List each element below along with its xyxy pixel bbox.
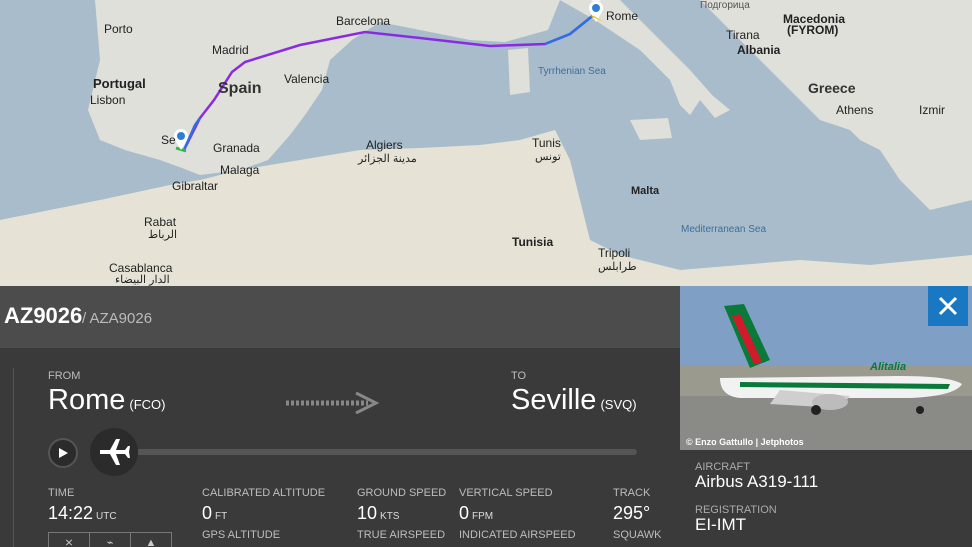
map-label-rome: Rome <box>606 9 639 23</box>
map-label-tyrrhenian: Tyrrhenian Sea <box>538 66 606 77</box>
cal-alt-unit: FT <box>215 511 228 522</box>
flight-progress-track[interactable] <box>112 449 637 455</box>
squawk-label: SQUAWK <box>613 529 662 541</box>
map-label-malaga: Malaga <box>220 163 260 177</box>
route-arrow-icon <box>286 392 380 414</box>
route-icon: ⌁ <box>106 537 114 547</box>
map-label-valencia: Valencia <box>284 72 330 86</box>
play-button[interactable] <box>48 438 78 468</box>
map-label-algiers-ar: مدينة الجزائر <box>358 153 417 165</box>
map-label-porto: Porto <box>104 22 133 36</box>
chart-icon: ⨯ <box>64 537 74 547</box>
play-icon <box>59 448 68 458</box>
flight-header: AZ9026 / AZA9026 <box>0 286 680 348</box>
to-code: (SVQ) <box>600 397 637 412</box>
map-label-gibraltar: Gibraltar <box>172 179 219 193</box>
close-icon <box>938 296 958 316</box>
vertical-speed-value-text: 0 <box>459 503 470 523</box>
toolbar-button-1[interactable]: ⨯ <box>49 533 90 547</box>
map-label-albania: Albania <box>737 43 781 57</box>
map-land <box>0 0 972 286</box>
map-label-podgorica: Подгорица <box>700 0 750 11</box>
vertical-speed-unit: FPM <box>472 511 494 522</box>
map-label-fyrom: (FYROM) <box>787 23 839 37</box>
map-label-casablanca-ar: الدار البيضاء <box>115 274 170 286</box>
progress-plane-handle[interactable] <box>90 428 138 476</box>
cal-alt-value-text: 0 <box>202 503 213 523</box>
ground-speed-label: GROUND SPEED <box>357 487 447 499</box>
flight-map[interactable]: Porto Portugal Lisbon Madrid Spain Valen… <box>0 0 972 286</box>
to-city-name: Seville <box>511 384 597 416</box>
from-city: Rome (FCO) <box>48 384 165 417</box>
map-label-tripoli: Tripoli <box>598 246 631 260</box>
to-city: Seville (SVQ) <box>511 384 637 417</box>
toolbar-button-2[interactable]: ⌁ <box>90 533 131 547</box>
to-label: TO <box>511 370 527 382</box>
map-label-tunis-ar: تونس <box>535 151 561 163</box>
photo-credit[interactable]: © Enzo Gattullo | Jetphotos <box>686 437 804 447</box>
ground-speed-unit: KTS <box>380 511 400 522</box>
toolbar-button-3[interactable]: ▲ <box>131 533 171 547</box>
true-airspeed-label: TRUE AIRSPEED <box>357 529 446 541</box>
from-city-name: Rome <box>48 384 126 416</box>
close-button[interactable] <box>928 286 968 326</box>
track-value: 295° <box>613 503 651 523</box>
map-label-granada: Granada <box>213 141 260 155</box>
chart-toolbar: ⨯ ⌁ ▲ <box>48 532 172 547</box>
flight-icao-number: / AZA9026 <box>82 310 153 327</box>
map-label-tunis: Tunis <box>532 136 561 150</box>
livery-text: Alitalia <box>869 361 906 373</box>
flight-details-panel: FROM Rome (FCO) TO Seville (SVQ) TIME 14:2… <box>0 348 680 547</box>
time-value: 14:22 UTC <box>48 503 117 524</box>
gps-alt-label: GPS ALTITUDE <box>202 529 281 541</box>
aircraft-type-value: Airbus A319-111 <box>695 472 819 491</box>
map-label-madrid: Madrid <box>212 43 249 57</box>
map-label-tripoli-ar: طرابلس <box>598 261 637 273</box>
panel-divider <box>13 368 14 547</box>
airplane-icon <box>100 439 130 465</box>
ground-speed-value: 10 KTS <box>357 503 399 524</box>
flight-number: AZ9026 <box>4 303 83 328</box>
from-code: (FCO) <box>129 397 166 412</box>
track-label: TRACK <box>613 487 651 499</box>
map-label-spain: Spain <box>218 80 262 97</box>
vertical-speed-label: VERTICAL SPEED <box>459 487 553 499</box>
time-unit: UTC <box>96 511 117 522</box>
map-label-lisbon: Lisbon <box>90 93 126 107</box>
map-label-izmir: Izmir <box>919 103 945 117</box>
map-label-malta: Malta <box>631 185 660 197</box>
map-label-greece: Greece <box>808 80 856 96</box>
map-label-rabat-ar: الرباط <box>148 229 178 241</box>
map-label-algiers: Algiers <box>366 138 403 152</box>
map-label-tunisia: Tunisia <box>512 235 554 249</box>
map-label-barcelona: Barcelona <box>336 14 391 28</box>
indicated-airspeed-label: INDICATED AIRSPEED <box>459 529 576 541</box>
cal-alt-label: CALIBRATED ALTITUDE <box>202 487 326 499</box>
map-label-rabat: Rabat <box>144 215 177 229</box>
map-label-athens: Athens <box>836 103 874 117</box>
registration-value: EI-IMT <box>695 515 746 534</box>
ground-speed-value-text: 10 <box>357 503 378 523</box>
time-label: TIME <box>48 487 75 499</box>
map-label-mediterranean: Mediterranean Sea <box>681 224 767 235</box>
altitude-icon: ▲ <box>145 536 157 547</box>
vertical-speed-value: 0 FPM <box>459 503 493 524</box>
from-label: FROM <box>48 370 81 382</box>
map-label-tirana: Tirana <box>726 28 760 42</box>
time-value-text: 14:22 <box>48 503 94 523</box>
map-label-sevilla: Se <box>161 133 176 147</box>
cal-alt-value: 0 FT <box>202 503 227 524</box>
map-label-portugal: Portugal <box>93 76 146 91</box>
aircraft-info: AIRCRAFT Airbus A319-111 REGISTRATION EI… <box>680 450 972 547</box>
